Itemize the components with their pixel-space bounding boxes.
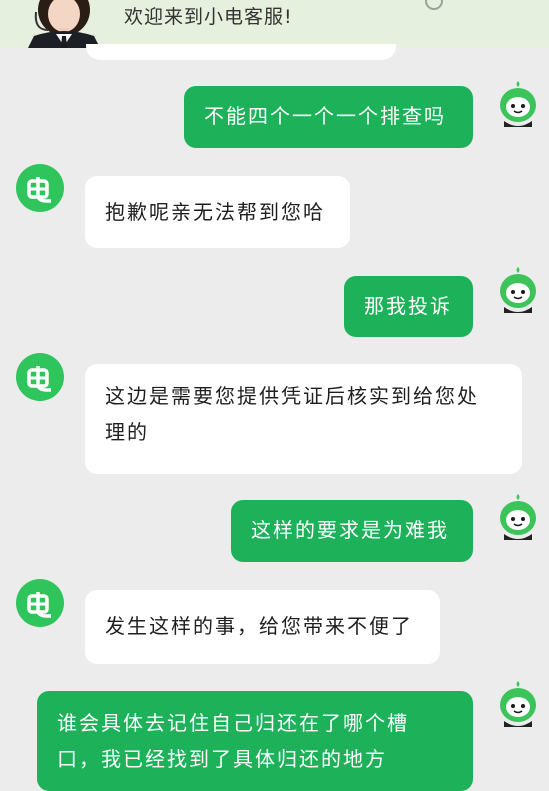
bot-avatar-icon[interactable]: [16, 164, 64, 212]
customer-service-agent-avatar: [14, 0, 114, 48]
message-text: 这边是需要您提供凭证后核实到给您处理的: [105, 384, 479, 444]
bot-message-bubble: 这边是需要您提供凭证后核实到给您处理的: [85, 364, 522, 474]
bot-message-bubble: 抱歉呢亲无法帮到您哈: [85, 176, 350, 248]
user-message-bubble: 那我投诉: [344, 276, 473, 337]
message-text: 那我投诉: [364, 294, 452, 318]
user-message-bubble: 这样的要求是为难我: [231, 500, 473, 562]
user-avatar-icon[interactable]: [495, 79, 541, 131]
header-decoration-icon: [425, 0, 443, 10]
previous-bot-bubble: [86, 44, 396, 60]
user-message-bubble: 不能四个一个一个排查吗: [184, 86, 473, 148]
user-avatar-icon[interactable]: [495, 265, 541, 317]
user-message-bubble: 谁会具体去记住自己归还在了哪个槽口，我已经找到了具体归还的地方: [37, 691, 473, 791]
message-text: 抱歉呢亲无法帮到您哈: [105, 200, 325, 224]
welcome-text: 欢迎来到小电客服!: [124, 6, 293, 28]
bot-message-bubble: 发生这样的事，给您带来不便了: [85, 590, 440, 664]
bot-avatar-icon[interactable]: [16, 579, 64, 627]
user-avatar-icon[interactable]: [495, 492, 541, 544]
message-text: 谁会具体去记住自己归还在了哪个槽口，我已经找到了具体归还的地方: [57, 711, 409, 771]
bot-avatar-icon[interactable]: [16, 353, 64, 401]
chat-header: 欢迎来到小电客服!: [0, 0, 549, 48]
message-text: 不能四个一个一个排查吗: [204, 104, 446, 128]
message-text: 这样的要求是为难我: [251, 518, 449, 542]
message-text: 发生这样的事，给您带来不便了: [105, 614, 413, 638]
user-avatar-icon[interactable]: [495, 679, 541, 731]
